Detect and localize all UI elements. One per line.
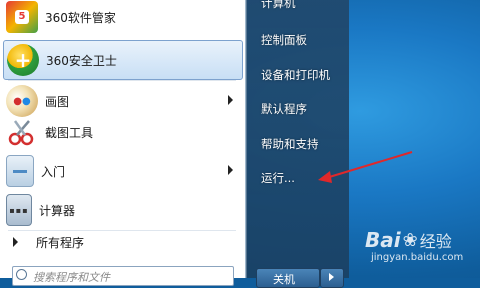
baidu-jingyan-watermark: Bai ❀ 经验 jingyan.baidu.com: [365, 228, 463, 263]
paw-icon: ❀: [402, 229, 418, 251]
watermark-url: jingyan.baidu.com: [371, 252, 464, 263]
watermark-suffix: 经验: [419, 232, 452, 251]
watermark-brand: Bai: [365, 228, 401, 252]
